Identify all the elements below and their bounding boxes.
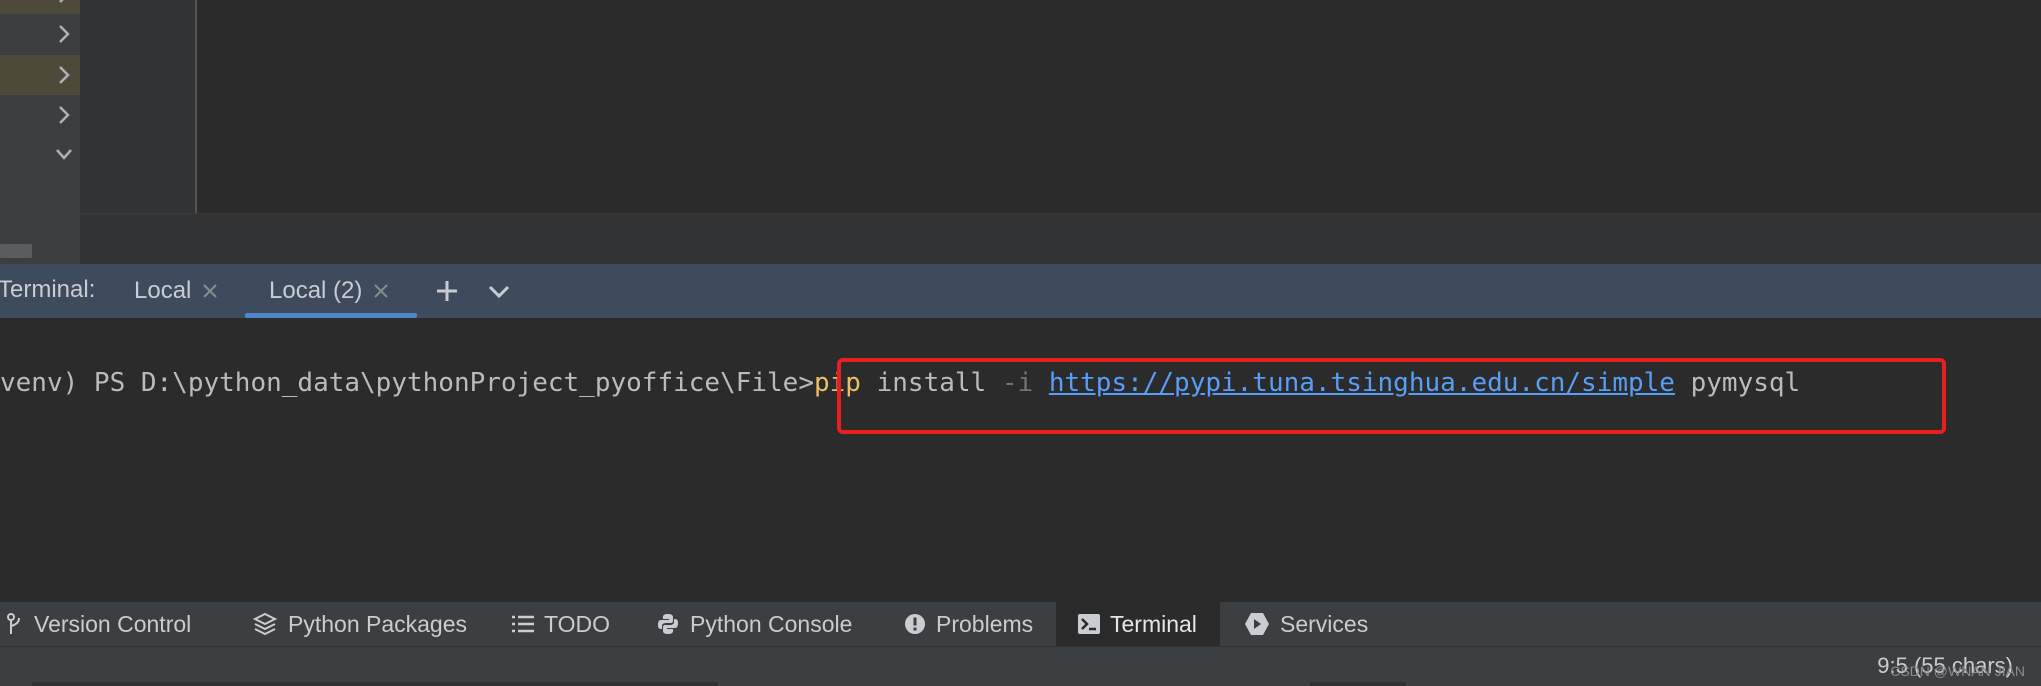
terminal-prompt: venv) PS D:\python_data\pythonProject_py…	[0, 368, 814, 398]
chevron-right-icon[interactable]	[54, 63, 74, 87]
tool-window-bar: Version Control Python Packages TODO Pyt…	[0, 602, 2041, 646]
tab-label: Local (2)	[269, 277, 363, 304]
tree-row[interactable]	[0, 0, 80, 14]
project-tree-panel	[0, 0, 80, 264]
chevron-right-icon[interactable]	[54, 0, 74, 6]
python-icon	[658, 614, 678, 634]
chevron-down-icon[interactable]	[484, 276, 514, 306]
services-icon	[1245, 613, 1269, 635]
tree-row[interactable]	[0, 55, 80, 95]
tool-services[interactable]: Services	[1244, 602, 1368, 646]
tree-row[interactable]	[0, 14, 80, 54]
code-editor[interactable]	[199, 0, 2041, 213]
layers-icon	[252, 612, 278, 636]
status-bar-strip	[1310, 682, 1406, 686]
tab-label: Local	[134, 277, 192, 304]
tool-todo[interactable]: TODO	[512, 602, 610, 646]
tool-label: Services	[1280, 610, 1369, 637]
terminal-output[interactable]: venv) PS D:\python_data\pythonProject_py…	[0, 318, 2041, 602]
ide-window: Terminal: Local Local (2) venv) PS D:\py…	[0, 0, 2041, 686]
terminal-header: Terminal: Local Local (2)	[0, 264, 2041, 318]
chevron-right-icon[interactable]	[54, 103, 74, 127]
tool-label: Terminal	[1110, 610, 1197, 637]
plus-icon[interactable]	[432, 276, 462, 306]
chevron-right-icon[interactable]	[54, 22, 74, 46]
horizontal-scrollbar[interactable]	[0, 244, 32, 258]
editor-gutter	[80, 0, 197, 213]
tree-row[interactable]	[0, 134, 80, 174]
close-icon[interactable]	[201, 282, 219, 300]
terminal-icon	[1078, 614, 1100, 634]
tool-python-console[interactable]: Python Console	[656, 602, 852, 646]
close-icon[interactable]	[372, 282, 390, 300]
tree-row[interactable]	[0, 95, 80, 135]
tool-problems[interactable]: Problems	[904, 602, 1033, 646]
tool-label: Problems	[936, 610, 1034, 637]
tool-label: Version Control	[34, 610, 192, 637]
branch-icon	[7, 613, 20, 634]
status-bar: 9:5 (55 chars) CSDN @WNAN JIAN	[0, 646, 2041, 686]
list-icon	[512, 615, 534, 633]
status-bar-strip	[32, 682, 718, 686]
tool-version-control[interactable]: Version Control	[6, 602, 191, 646]
tab-local[interactable]: Local	[134, 264, 219, 318]
terminal-label: Terminal:	[0, 276, 96, 303]
tool-label: Python Console	[690, 610, 853, 637]
tab-local-2[interactable]: Local (2)	[245, 264, 417, 318]
tool-python-packages[interactable]: Python Packages	[252, 602, 467, 646]
editor-footer	[80, 213, 2041, 264]
tool-terminal[interactable]: Terminal	[1056, 602, 1220, 646]
alert-icon	[905, 614, 925, 634]
chevron-down-icon[interactable]	[54, 142, 74, 166]
tool-label: Python Packages	[288, 610, 468, 637]
highlight-annotation-box	[837, 358, 1946, 434]
watermark: CSDN @WNAN JIAN	[1890, 663, 2025, 679]
tool-label: TODO	[544, 610, 611, 637]
